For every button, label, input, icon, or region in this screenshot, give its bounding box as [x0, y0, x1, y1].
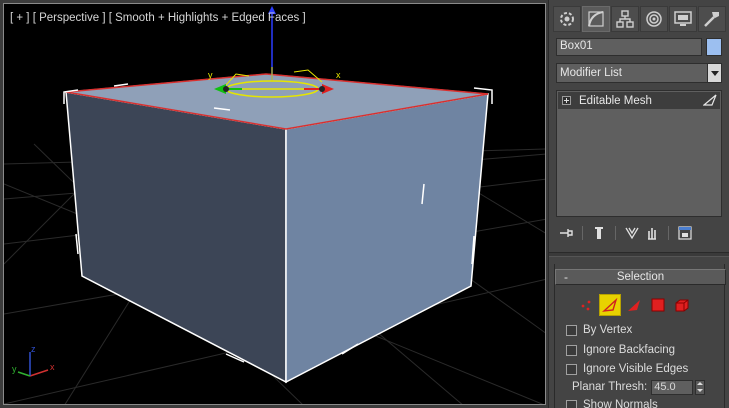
modifier-stack[interactable]: Editable Mesh [556, 90, 722, 217]
axis-tripod-icon: x z y [12, 344, 55, 377]
element-icon[interactable] [671, 294, 693, 316]
perspective-viewport[interactable]: y x x z y [ + ] [ Perspective ] [ Smooth… [3, 3, 546, 405]
stack-item-label: Editable Mesh [579, 94, 652, 107]
box-left-face[interactable] [65, 91, 287, 384]
face-icon[interactable] [623, 294, 645, 316]
command-panel: Box01 Modifier List Editable Mesh - Sele… [548, 0, 729, 408]
box-front-face[interactable] [285, 93, 489, 384]
object-color-swatch[interactable] [706, 38, 722, 56]
show-normals-option[interactable]: Show Normals [566, 398, 658, 408]
display-icon[interactable] [669, 6, 697, 32]
stack-item-editable-mesh[interactable]: Editable Mesh [558, 92, 720, 109]
create-icon[interactable] [553, 6, 581, 32]
edge-selection-icon [703, 94, 717, 106]
selection-rollout: - Selection By Vertex Ignore Backfacing … [554, 264, 726, 408]
ignore-backfacing-checkbox[interactable] [566, 344, 577, 356]
modify-icon[interactable] [582, 6, 610, 32]
viewport-label[interactable]: [ + ] [ Perspective ] [ Smooth + Highlig… [10, 12, 306, 24]
planar-thresh-spinner[interactable] [695, 379, 706, 395]
planar-thresh-input[interactable]: 45.0 [651, 379, 694, 395]
collapse-icon[interactable]: - [556, 270, 576, 284]
utilities-icon[interactable] [698, 6, 726, 32]
show-end-result-icon[interactable] [589, 224, 609, 242]
hierarchy-icon[interactable] [611, 6, 639, 32]
by-vertex-checkbox[interactable] [566, 324, 577, 336]
configure-modifier-sets-icon[interactable] [675, 224, 695, 242]
motion-icon[interactable] [640, 6, 668, 32]
object-name-field[interactable]: Box01 [556, 38, 702, 56]
stack-toolbar [556, 223, 722, 243]
panel-divider [549, 252, 729, 257]
selection-rollout-header[interactable]: - Selection [555, 269, 726, 285]
planar-thresh-row: Planar Thresh: 45.0 [572, 379, 706, 395]
by-vertex-option[interactable]: By Vertex [566, 323, 632, 337]
subobject-level-buttons [575, 294, 693, 316]
viewport-frame: y x x z y [ + ] [ Perspective ] [ Smooth… [0, 0, 548, 408]
ignore-visible-edges-label: Ignore Visible Edges [583, 363, 689, 375]
rollout-title: Selection [616, 271, 665, 283]
show-normals-label: Show Normals [583, 399, 658, 408]
gizmo-y-label: y [208, 70, 213, 80]
vertex-icon[interactable] [575, 294, 597, 316]
polygon-icon[interactable] [647, 294, 669, 316]
ignore-backfacing-option[interactable]: Ignore Backfacing [566, 343, 675, 357]
edge-icon[interactable] [599, 294, 621, 316]
toolbar-divider [668, 226, 669, 240]
ignore-visible-edges-option[interactable]: Ignore Visible Edges [566, 362, 688, 376]
gizmo-x-label: x [336, 70, 341, 80]
remove-modifier-icon[interactable] [642, 224, 662, 242]
ignore-backfacing-label: Ignore Backfacing [583, 344, 676, 356]
tripod-x-label: x [50, 362, 55, 372]
toolbar-divider [582, 226, 583, 240]
ignore-visible-edges-checkbox[interactable] [566, 363, 577, 375]
toolbar-divider [615, 226, 616, 240]
make-unique-icon[interactable] [622, 224, 642, 242]
tripod-z-label: z [31, 344, 36, 354]
expand-icon[interactable] [562, 96, 571, 105]
command-panel-tabs [553, 6, 726, 32]
pin-stack-icon[interactable] [556, 224, 576, 242]
scene[interactable]: y x x z y [4, 4, 546, 405]
modifier-list-label: Modifier List [560, 67, 622, 79]
planar-thresh-label: Planar Thresh: [572, 381, 648, 393]
tripod-y-label: y [12, 364, 17, 374]
modifier-list-dropdown[interactable]: Modifier List [556, 63, 722, 83]
chevron-down-icon[interactable] [707, 64, 721, 82]
by-vertex-label: By Vertex [583, 324, 633, 336]
show-normals-checkbox[interactable] [566, 399, 577, 408]
